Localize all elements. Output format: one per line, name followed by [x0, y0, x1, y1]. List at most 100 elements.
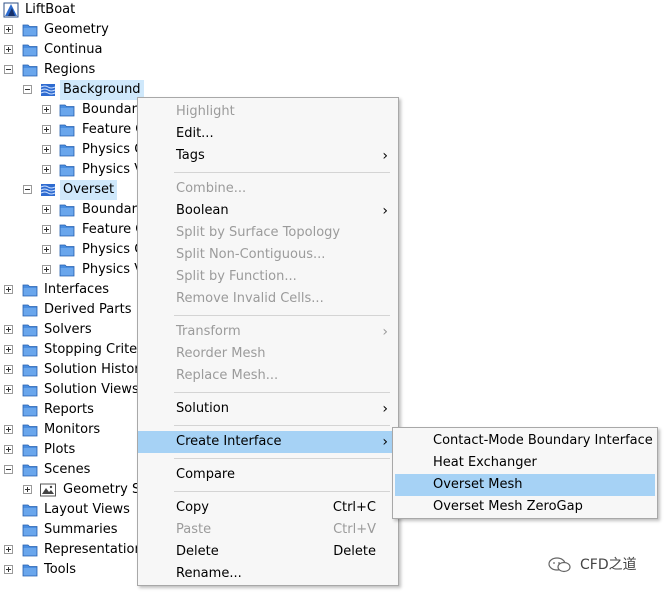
menu-item-label: Delete: [176, 544, 219, 559]
collapse-icon[interactable]: [4, 465, 13, 474]
collapse-icon[interactable]: [23, 85, 32, 94]
menu-item-highlight[interactable]: Highlight: [138, 101, 398, 123]
submenu-item-contact-mode-boundary-interface[interactable]: Contact-Mode Boundary Interface: [395, 430, 655, 452]
folder-icon: [22, 503, 38, 517]
submenu-item-label: Overset Mesh: [433, 477, 523, 492]
folder-icon: [59, 123, 75, 137]
tree-item-label: Derived Parts: [44, 302, 132, 317]
menu-item-paste[interactable]: Paste Ctrl+V: [138, 519, 398, 541]
expand-icon[interactable]: [4, 325, 13, 334]
folder-icon: [22, 423, 38, 437]
expand-icon[interactable]: [42, 205, 51, 214]
folder-icon: [22, 463, 38, 477]
menu-item-boolean[interactable]: Boolean ›: [138, 200, 398, 222]
chevron-right-icon: ›: [382, 401, 388, 417]
tree-item-label: Stopping Criter: [44, 342, 143, 357]
menu-item-edit[interactable]: Edit...: [138, 123, 398, 145]
create-interface-submenu: Contact-Mode Boundary Interface Heat Exch…: [392, 427, 658, 519]
submenu-item-overset-mesh[interactable]: Overset Mesh: [395, 474, 655, 496]
expand-icon[interactable]: [23, 485, 32, 494]
tree-item-label: Representation: [44, 542, 143, 557]
expand-icon[interactable]: [42, 145, 51, 154]
menu-item-label: Transform: [176, 324, 241, 339]
menu-item-delete[interactable]: Delete Delete: [138, 541, 398, 563]
expand-icon[interactable]: [4, 425, 13, 434]
expand-icon[interactable]: [4, 445, 13, 454]
folder-icon: [22, 383, 38, 397]
menu-item-create-interface[interactable]: Create Interface ›: [138, 431, 398, 453]
tree-root-label: LiftBoat: [25, 2, 76, 17]
menu-separator: [174, 315, 390, 316]
menu-separator: [174, 458, 390, 459]
menu-item-shortcut: Delete: [333, 544, 376, 559]
expand-icon[interactable]: [4, 545, 13, 554]
folder-icon: [22, 563, 38, 577]
folder-icon: [22, 63, 38, 77]
tree-item-label: Plots: [44, 442, 76, 457]
menu-item-label: Split by Function...: [176, 269, 297, 284]
submenu-item-heat-exchanger[interactable]: Heat Exchanger: [395, 452, 655, 474]
tree-item-label: Boundari: [82, 102, 141, 117]
folder-icon: [59, 243, 75, 257]
expand-icon[interactable]: [42, 105, 51, 114]
expand-icon[interactable]: [4, 565, 13, 574]
expand-icon[interactable]: [42, 125, 51, 134]
menu-item-label: Solution: [176, 401, 229, 416]
submenu-item-overset-mesh-zerogap[interactable]: Overset Mesh ZeroGap: [395, 496, 655, 518]
expand-icon[interactable]: [4, 285, 13, 294]
expand-icon[interactable]: [4, 365, 13, 374]
region-icon: [40, 83, 56, 97]
menu-item-rename[interactable]: Rename...: [138, 563, 398, 585]
menu-item-transform[interactable]: Transform ›: [138, 321, 398, 343]
menu-item-compare[interactable]: Compare: [138, 464, 398, 486]
expand-icon[interactable]: [4, 25, 13, 34]
menu-item-tags[interactable]: Tags ›: [138, 145, 398, 167]
tree-item-label: Solution Views: [44, 382, 139, 397]
expand-icon[interactable]: [4, 345, 13, 354]
submenu-item-label: Overset Mesh ZeroGap: [433, 499, 583, 514]
menu-item-split-non-contiguous[interactable]: Split Non-Contiguous...: [138, 244, 398, 266]
submenu-item-label: Contact-Mode Boundary Interface: [433, 433, 653, 448]
folder-icon: [22, 363, 38, 377]
expand-icon[interactable]: [42, 165, 51, 174]
menu-item-combine[interactable]: Combine...: [138, 178, 398, 200]
menu-item-label: Remove Invalid Cells...: [176, 291, 324, 306]
menu-item-split-by-function[interactable]: Split by Function...: [138, 266, 398, 288]
folder-icon: [59, 163, 75, 177]
folder-icon: [22, 523, 38, 537]
folder-icon: [59, 143, 75, 157]
expand-icon[interactable]: [4, 385, 13, 394]
tree-item-label: Summaries: [44, 522, 118, 537]
menu-separator: [174, 491, 390, 492]
expand-icon[interactable]: [4, 45, 13, 54]
folder-icon: [22, 543, 38, 557]
menu-item-reorder-mesh[interactable]: Reorder Mesh: [138, 343, 398, 365]
menu-item-label: Combine...: [176, 181, 247, 196]
simulation-icon: [3, 2, 19, 18]
menu-item-replace-mesh[interactable]: Replace Mesh...: [138, 365, 398, 387]
menu-item-label: Split Non-Contiguous...: [176, 247, 326, 262]
scene-icon: [40, 483, 56, 497]
menu-item-split-by-surface-topology[interactable]: Split by Surface Topology: [138, 222, 398, 244]
collapse-icon[interactable]: [4, 65, 13, 74]
collapse-icon[interactable]: [23, 185, 32, 194]
menu-item-shortcut: Ctrl+V: [333, 522, 376, 537]
menu-item-label: Boolean: [176, 203, 229, 218]
menu-separator: [174, 172, 390, 173]
tree-item-label: Tools: [44, 562, 77, 577]
folder-icon: [22, 343, 38, 357]
folder-icon: [22, 443, 38, 457]
menu-item-copy[interactable]: Copy Ctrl+C: [138, 497, 398, 519]
menu-item-label: Replace Mesh...: [176, 368, 279, 383]
expand-icon[interactable]: [42, 225, 51, 234]
tree-item-label: Background: [60, 80, 144, 100]
menu-item-remove-invalid-cells[interactable]: Remove Invalid Cells...: [138, 288, 398, 310]
menu-separator: [174, 392, 390, 393]
folder-icon: [22, 323, 38, 337]
tree-item-label: Scenes: [44, 462, 91, 477]
menu-item-solution[interactable]: Solution ›: [138, 398, 398, 420]
context-menu: Highlight Edit... Tags › Combine... Boolean › S…: [137, 97, 399, 586]
folder-icon: [22, 43, 38, 57]
expand-icon[interactable]: [42, 245, 51, 254]
expand-icon[interactable]: [42, 265, 51, 274]
